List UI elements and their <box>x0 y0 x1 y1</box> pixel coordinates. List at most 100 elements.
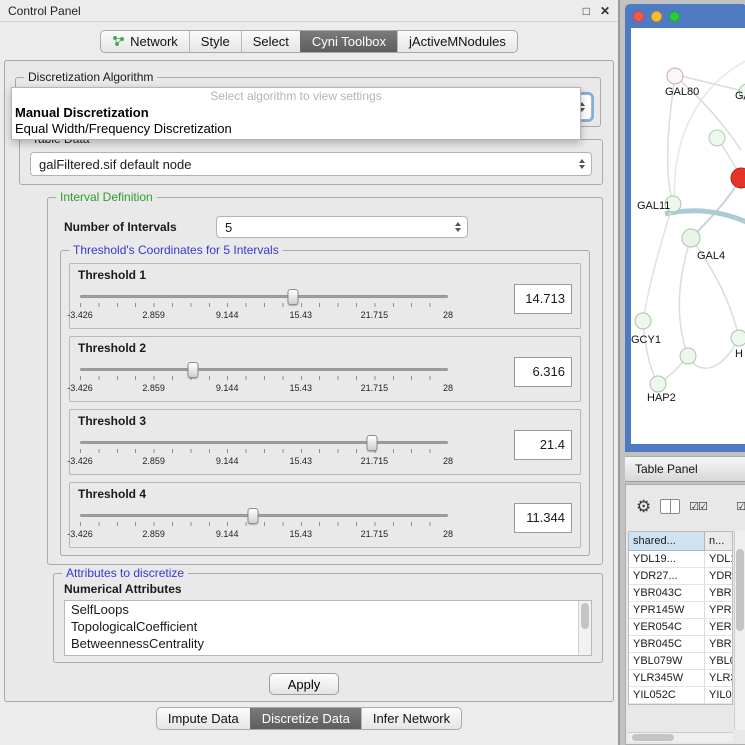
node-label-gcy1: GCY1 <box>631 334 661 346</box>
number-of-intervals-label: Number of Intervals <box>64 220 177 234</box>
threshold-4-slider[interactable]: -3.4262.8599.14415.4321.71528 <box>78 505 450 545</box>
table-vertical-scrollbar[interactable] <box>734 531 745 730</box>
gear-icon[interactable]: ⚙ <box>636 498 651 515</box>
threshold-1-slider[interactable]: -3.4262.8599.14415.4321.71528 <box>78 286 450 326</box>
table-data-select[interactable]: galFiltered.sif default node <box>30 152 592 176</box>
network-canvas[interactable]: GAL80 GA GAL11 GAL4 GCY1 H HAP2 <box>631 28 745 444</box>
tab-jactivemnodules[interactable]: jActiveMNodules <box>397 31 517 52</box>
attributes-group: Attributes to discretize Numerical Attri… <box>53 573 603 663</box>
bottom-tab-bar: Impute Data Discretize Data Infer Networ… <box>0 702 618 734</box>
threshold-2-label: Threshold 2 <box>78 341 146 355</box>
slider-track <box>80 441 448 444</box>
table-row[interactable]: YBR045CYBR0 <box>629 636 732 653</box>
table-row[interactable]: YER054CYER0 <box>629 619 732 636</box>
tab-style[interactable]: Style <box>189 31 241 52</box>
column-header-name[interactable]: n... <box>705 532 732 551</box>
table-panel-body: ⚙ ☑☑ ☑☑ shared... n... YDL19...YDL1 YDR2… <box>625 484 745 745</box>
list-item[interactable]: SelfLoops <box>65 601 591 618</box>
node-label-partial: GA <box>735 90 745 102</box>
slider-thumb[interactable] <box>188 362 199 378</box>
table-row[interactable]: YPR145WYPR1 <box>629 602 732 619</box>
zoom-traffic-light-icon[interactable] <box>669 11 680 22</box>
table-row[interactable]: YDL19...YDL1 <box>629 551 732 568</box>
columns-icon[interactable] <box>660 499 680 514</box>
numerical-attributes-label: Numerical Attributes <box>64 582 182 596</box>
threshold-2-slider[interactable]: -3.4262.8599.14415.4321.71528 <box>78 359 450 399</box>
scrollbar-thumb[interactable] <box>581 603 589 629</box>
tab-network[interactable]: Network <box>101 31 189 52</box>
threshold-3-value-field[interactable]: 21.4 <box>514 430 572 460</box>
slider-thumb[interactable] <box>366 435 377 451</box>
tab-discretize-data[interactable]: Discretize Data <box>250 708 361 729</box>
discretization-algorithm-label: Discretization Algorithm <box>24 70 157 84</box>
threshold-2-value-field[interactable]: 6.316 <box>514 357 572 387</box>
interval-definition-group: Interval Definition Number of Intervals … <box>47 197 603 565</box>
tab-infer-network[interactable]: Infer Network <box>361 708 461 729</box>
table-horizontal-scrollbar[interactable] <box>628 732 733 742</box>
node-gal80[interactable] <box>667 68 683 84</box>
table-row[interactable]: YBL079WYBL0 <box>629 653 732 670</box>
column-header-shared-name[interactable]: shared... <box>629 532 705 551</box>
table-data-value: galFiltered.sif default node <box>39 157 591 172</box>
thresholds-group: Threshold's Coordinates for 5 Intervals … <box>60 250 590 556</box>
right-region: GAL80 GA GAL11 GAL4 GCY1 H HAP2 Table Pa… <box>620 0 745 745</box>
tab-cyni-toolbox[interactable]: Cyni Toolbox <box>300 31 397 52</box>
node-hap2[interactable] <box>650 376 666 392</box>
dropdown-placeholder-item[interactable]: Select algorithm to view settings <box>12 88 580 105</box>
scrollbar-thumb[interactable] <box>736 549 744 631</box>
slider-scale: -3.4262.8599.14415.4321.71528 <box>80 310 448 321</box>
select-none-columns-icon[interactable]: ☑☑ <box>736 500 745 513</box>
threshold-3-slider[interactable]: -3.4262.8599.14415.4321.71528 <box>78 432 450 472</box>
table-row[interactable]: YIL052CYIL0 <box>629 687 732 704</box>
tab-impute-data[interactable]: Impute Data <box>157 708 250 729</box>
dropdown-item-manual-discretization[interactable]: Manual Discretization <box>12 105 580 121</box>
list-item[interactable]: TopologicalCoefficient <box>65 618 591 635</box>
threshold-3-label: Threshold 3 <box>78 414 146 428</box>
threshold-3-panel: Threshold 3 -3.4262.8599.14415.4321.7152… <box>69 409 581 475</box>
node-gcy1[interactable] <box>635 313 651 329</box>
network-icon <box>112 35 125 47</box>
threshold-1-value-field[interactable]: 14.713 <box>514 284 572 314</box>
tab-select[interactable]: Select <box>241 31 300 52</box>
table-panel-header: Table Panel <box>625 456 745 482</box>
node[interactable] <box>709 130 725 146</box>
apply-button[interactable]: Apply <box>269 673 339 695</box>
list-scrollbar[interactable] <box>578 601 591 655</box>
table-row[interactable]: YBR043CYBR0 <box>629 585 732 602</box>
threshold-4-value-field[interactable]: 11.344 <box>514 503 572 533</box>
stepper-icon <box>455 222 461 232</box>
scrollbar-thumb[interactable] <box>632 734 674 741</box>
node-label-hap2: HAP2 <box>647 392 676 404</box>
select-all-columns-icon[interactable]: ☑☑ <box>689 500 707 513</box>
algorithm-dropdown-list: Select algorithm to view settings Manual… <box>11 87 581 140</box>
numerical-attributes-list[interactable]: SelfLoops TopologicalCoefficient Between… <box>64 600 592 656</box>
thresholds-group-label: Threshold's Coordinates for 5 Intervals <box>69 243 283 257</box>
number-of-intervals-value: 5 <box>225 220 467 235</box>
table-panel-title: Table Panel <box>635 462 698 476</box>
slider-thumb[interactable] <box>247 508 258 524</box>
float-window-icon[interactable]: □ <box>583 4 590 18</box>
table-row[interactable]: YLR345WYLR3 <box>629 670 732 687</box>
slider-scale: -3.4262.8599.14415.4321.71528 <box>80 456 448 467</box>
table-data-group: Table Data galFiltered.sif default node <box>19 139 603 185</box>
node[interactable] <box>731 330 745 346</box>
table-header-row: shared... n... <box>629 532 732 551</box>
network-window: GAL80 GA GAL11 GAL4 GCY1 H HAP2 <box>625 4 745 452</box>
slider-thumb[interactable] <box>287 289 298 305</box>
number-of-intervals-select[interactable]: 5 <box>216 216 468 238</box>
top-tab-bar: Network Style Select Cyni Toolbox jActiv… <box>0 22 618 60</box>
node-selected-red[interactable] <box>731 168 745 188</box>
list-item[interactable]: BetweennessCentrality <box>65 635 591 652</box>
minimize-traffic-light-icon[interactable] <box>651 11 662 22</box>
stepper-icon <box>579 159 585 169</box>
table-row[interactable]: YDR27...YDR2 <box>629 568 732 585</box>
node[interactable] <box>680 348 696 364</box>
close-icon[interactable]: ✕ <box>600 4 610 18</box>
node-gal4[interactable] <box>682 229 700 247</box>
dropdown-item-equal-width-frequency[interactable]: Equal Width/Frequency Discretization <box>12 121 580 137</box>
window-title: Control Panel <box>8 4 573 18</box>
threshold-4-panel: Threshold 4 -3.4262.8599.14415.4321.7152… <box>69 482 581 548</box>
close-traffic-light-icon[interactable] <box>633 11 644 22</box>
tab-network-label: Network <box>130 34 178 49</box>
node-label-gal80: GAL80 <box>665 86 699 98</box>
